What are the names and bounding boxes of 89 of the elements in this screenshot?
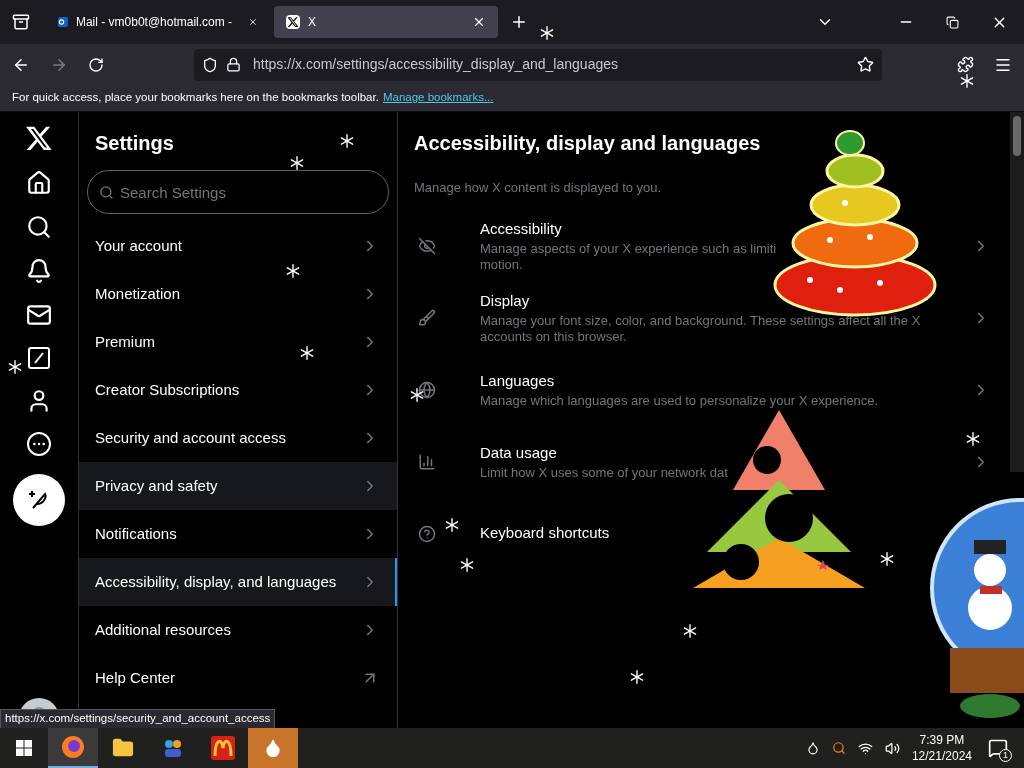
settings-menu-item[interactable]: Privacy and safety [79, 462, 397, 510]
extensions-icon[interactable] [957, 56, 974, 73]
display-setting-row[interactable]: Languages Manage which languages are used to personalize your X experience. [414, 353, 990, 426]
setting-title: Display [480, 291, 531, 312]
clock[interactable]: 7:39 PM 12/21/2024 [911, 732, 972, 764]
snowflake-icon [340, 134, 354, 148]
snowflake-icon [966, 432, 980, 446]
browser-tab[interactable]: Mail - vm0b0t@hotmail.com - [46, 6, 270, 38]
scrollbar[interactable] [1010, 112, 1024, 472]
page-title: Accessibility, display and languages [414, 131, 762, 156]
clock-time: 7:39 PM [919, 732, 965, 748]
snowflake-icon [630, 670, 644, 684]
display-setting-row[interactable]: Keyboard shortcuts [414, 497, 626, 570]
search-icon[interactable] [26, 214, 52, 240]
x-favicon [286, 15, 300, 29]
setting-icon [418, 452, 436, 471]
browser-tab[interactable]: X [274, 6, 498, 38]
display-setting-row[interactable]: Display Manage your font size, color, and background. These settings affect all the X accounts on this browser. [414, 281, 990, 354]
shield-icon [202, 56, 218, 73]
display-setting-row[interactable]: Data usage Limit how X uses some of your network dat [414, 425, 990, 498]
restore-icon[interactable] [946, 15, 959, 29]
settings-title: Settings [95, 131, 174, 156]
snowflake-icon [960, 74, 974, 88]
search-tray-icon[interactable] [831, 741, 846, 755]
snowflake-icon [286, 264, 300, 278]
setting-description: Limit how X uses some of your network dat [480, 464, 729, 481]
reload-icon[interactable] [88, 56, 104, 73]
firefox-taskbar-icon[interactable] [48, 728, 98, 768]
snowflake-icon [300, 346, 314, 360]
url-text: https://x.com/settings/accessibility_display_and_languages [253, 55, 618, 74]
bookmark-star-icon[interactable] [857, 56, 874, 73]
settings-menu-item[interactable]: Help Center [79, 654, 397, 702]
settings-menu-item[interactable]: Your account [79, 222, 397, 270]
home-icon[interactable] [26, 170, 52, 196]
address-bar[interactable]: https://x.com/settings/accessibility_display_and_languages [194, 48, 882, 81]
settings-menu-item[interactable]: Additional resources [79, 606, 397, 654]
lock-icon [226, 57, 241, 72]
droplet-tray-icon[interactable] [805, 741, 820, 755]
setting-icon [418, 236, 436, 255]
new-tab-icon[interactable] [510, 13, 528, 31]
link-preview-tooltip: https://x.com/settings/security_and_account_access [0, 709, 276, 729]
snowflake-icon [410, 388, 424, 402]
bookmarks-hint: For quick access, place your bookmarks here on the bookmarks toolbar. [12, 90, 379, 106]
close-tab-icon[interactable] [472, 15, 486, 29]
settings-menu-item[interactable]: Creator Subscriptions [79, 366, 397, 414]
settings-menu-item[interactable]: Notifications [79, 510, 397, 558]
setting-description: Manage aspects of your X experience such as limiti [480, 240, 778, 257]
snowflake-icon [8, 360, 22, 374]
x-logo-icon [25, 124, 53, 152]
snowflake-icon [290, 156, 304, 170]
clock-date: 12/21/2024 [911, 748, 972, 764]
tab-title: X [308, 14, 316, 31]
setting-title: Accessibility [480, 219, 563, 240]
mail-icon[interactable] [26, 302, 52, 328]
search-settings-field[interactable]: Search Settings [87, 170, 389, 214]
snowflake-icon [445, 518, 459, 532]
setting-description: Manage which languages are used to personalize your X experience. [480, 392, 880, 409]
settings-menu-item[interactable]: Monetization [79, 270, 397, 318]
settings-menu-item[interactable]: Security and account access [79, 414, 397, 462]
slash-box-icon[interactable] [27, 346, 51, 370]
compose-button[interactable] [13, 474, 65, 526]
setting-title: Languages [480, 371, 556, 392]
snowflake-icon [880, 552, 894, 566]
setting-description: Manage your font size, color, and background. These settings affect all the X [480, 312, 922, 329]
more-icon[interactable] [27, 432, 51, 456]
notification-count-badge: 1 [999, 749, 1012, 762]
setting-description: accounts on this browser. [480, 328, 628, 345]
tab-overview-icon[interactable] [12, 13, 30, 31]
tab-title: Mail - vm0b0t@hotmail.com - [75, 14, 233, 31]
snowflake-icon [683, 624, 697, 638]
settings-menu-item[interactable]: Accessibility, display, and languages [79, 558, 397, 606]
setting-title: Data usage [480, 443, 558, 464]
settings-menu-item[interactable]: Premium [79, 318, 397, 366]
bell-icon[interactable] [26, 258, 52, 284]
windows-start-icon[interactable] [16, 740, 32, 756]
mail-app-icon [58, 15, 68, 29]
setting-title: Keyboard shortcuts [480, 523, 610, 544]
setting-icon [418, 308, 436, 327]
snowflake-icon [460, 558, 474, 572]
display-setting-row[interactable]: Accessibility Manage aspects of your X experience such as limiti motion. [414, 209, 990, 282]
volume-icon[interactable] [884, 740, 900, 756]
setting-icon [418, 380, 436, 399]
network-icon[interactable] [857, 740, 873, 756]
manage-bookmarks-link[interactable]: Manage bookmarks... [382, 89, 494, 107]
setting-icon [418, 524, 436, 543]
snowflake-icon [540, 26, 554, 40]
search-icon [99, 185, 114, 200]
page-subtitle: Manage how X content is displayed to you. [414, 179, 663, 197]
setting-description: motion. [480, 256, 524, 273]
